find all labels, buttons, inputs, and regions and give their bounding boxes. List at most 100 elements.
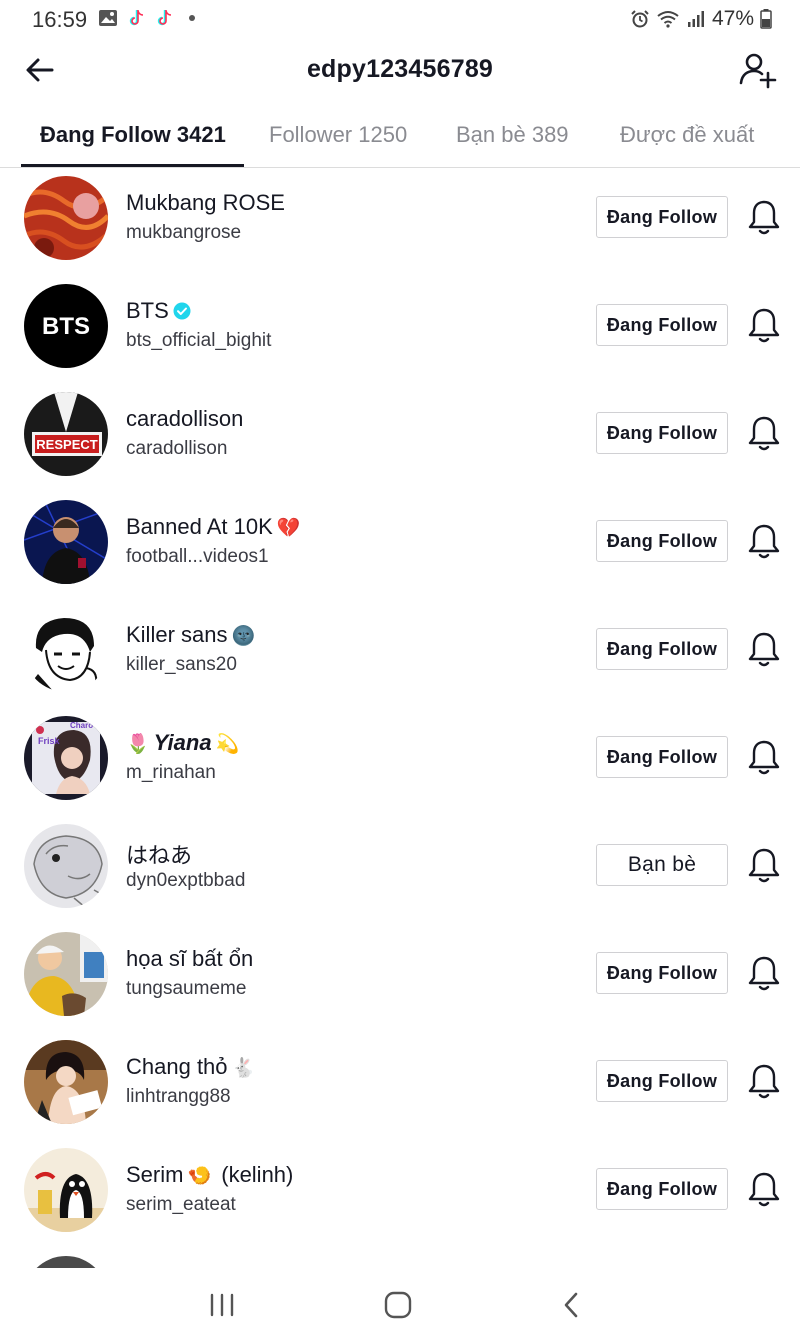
avatar[interactable]: [24, 932, 108, 1016]
user-handle: dyn0exptbbad: [126, 870, 246, 891]
avatar[interactable]: [24, 176, 108, 260]
moon-face-icon: 🌚: [231, 624, 256, 647]
user-name: はねあ: [126, 844, 193, 869]
bell-icon[interactable]: [746, 198, 782, 236]
following-button[interactable]: Đang Follow: [596, 952, 728, 994]
user-handle: killer_sans20: [126, 654, 237, 675]
avatar[interactable]: Frisk Charo: [24, 716, 108, 800]
list-item[interactable]: họa sĩ bất ổn tungsaumeme Đang Follow: [0, 924, 800, 1032]
system-icons: 47%: [630, 7, 772, 31]
avatar[interactable]: [24, 1256, 108, 1268]
tab-bar: Đang Follow 3421 Follower 1250 Bạn bè 38…: [0, 100, 800, 168]
notification-icons: [98, 8, 202, 28]
home-icon[interactable]: [378, 1290, 418, 1320]
gallery-icon: [99, 10, 117, 26]
user-name: BTS: [126, 298, 191, 324]
user-name: caradollison: [126, 406, 244, 431]
system-nav-bar: [0, 1268, 800, 1340]
avatar[interactable]: [24, 1148, 108, 1232]
user-handle: caradollison: [126, 438, 228, 459]
following-button[interactable]: Đang Follow: [596, 628, 728, 670]
alarm-icon: [631, 10, 649, 28]
list-item[interactable]: BTS BTS bts_official_bighit Đang Follow: [0, 276, 800, 384]
avatar-text: Charo: [70, 721, 93, 730]
signal-icon: [687, 11, 704, 27]
user-name: Serim 🍤 (kelinh): [126, 1162, 294, 1187]
active-tab-indicator: [21, 164, 244, 167]
following-button[interactable]: Đang Follow: [596, 304, 728, 346]
tab-suggested[interactable]: Được đề xuất: [620, 122, 754, 148]
page-title: edpy123456789: [306, 55, 494, 83]
bell-icon[interactable]: [746, 1170, 782, 1208]
user-handle: football...videos1: [126, 546, 269, 567]
avatar-text: RESPECT: [36, 437, 97, 452]
avatar-text: BTS: [42, 313, 90, 340]
following-button[interactable]: Đang Follow: [596, 412, 728, 454]
list-item[interactable]: [0, 1248, 800, 1268]
bell-icon[interactable]: [746, 954, 782, 992]
following-list: Mukbang ROSE mukbangrose Đang Follow BTS…: [0, 168, 800, 1268]
bell-icon[interactable]: [746, 846, 782, 884]
friends-button[interactable]: Bạn bè: [596, 844, 728, 886]
avatar[interactable]: [24, 608, 108, 692]
bell-icon[interactable]: [746, 414, 782, 452]
shrimp-icon: 🍤: [187, 1164, 212, 1187]
bell-icon[interactable]: [746, 522, 782, 560]
user-name: Chang thỏ 🐇: [126, 1054, 256, 1079]
add-user-icon[interactable]: [738, 50, 778, 90]
user-name: Mukbang ROSE: [126, 190, 285, 215]
tiktok-icon: [157, 10, 172, 26]
list-item[interactable]: RESPECT caradollison caradollison Đang F…: [0, 384, 800, 492]
recent-apps-icon[interactable]: [202, 1290, 242, 1320]
following-button[interactable]: Đang Follow: [596, 196, 728, 238]
bell-icon[interactable]: [746, 306, 782, 344]
user-name: họa sĩ bất ổn: [126, 946, 254, 971]
avatar[interactable]: [24, 1040, 108, 1124]
status-time: 16:59: [32, 7, 88, 32]
user-handle: linhtrangg88: [126, 1086, 231, 1107]
status-bar: 16:59 47%: [0, 0, 800, 40]
bell-icon[interactable]: [746, 1062, 782, 1100]
user-handle: m_rinahan: [126, 762, 216, 783]
user-handle: tungsaumeme: [126, 978, 247, 999]
tulip-icon: 🌷: [126, 732, 150, 755]
bell-icon[interactable]: [746, 738, 782, 776]
following-button[interactable]: Đang Follow: [596, 1060, 728, 1102]
back-icon[interactable]: [552, 1290, 592, 1320]
tiktok-icon: [129, 10, 144, 26]
tab-following[interactable]: Đang Follow 3421: [40, 122, 226, 148]
user-handle: serim_eateat: [126, 1194, 236, 1215]
header: edpy123456789: [0, 40, 800, 100]
avatar[interactable]: [24, 500, 108, 584]
user-name: 🌷 Yiana 💫: [126, 730, 240, 755]
avatar[interactable]: BTS: [24, 284, 108, 368]
rabbit-icon: 🐇: [231, 1056, 256, 1079]
list-item[interactable]: Mukbang ROSE mukbangrose Đang Follow: [0, 168, 800, 276]
user-handle: mukbangrose: [126, 222, 242, 243]
list-item[interactable]: Banned At 10K 💔 football...videos1 Đang …: [0, 492, 800, 600]
battery-percent: 47%: [711, 7, 754, 30]
bell-icon[interactable]: [746, 630, 782, 668]
list-item[interactable]: Killer sans 🌚 killer_sans20 Đang Follow: [0, 600, 800, 708]
user-handle: bts_official_bighit: [126, 330, 272, 351]
list-item[interactable]: Chang thỏ 🐇 linhtrangg88 Đang Follow: [0, 1032, 800, 1140]
verified-badge-icon: [173, 302, 191, 320]
following-button[interactable]: Đang Follow: [596, 520, 728, 562]
avatar[interactable]: RESPECT: [24, 392, 108, 476]
tab-friends[interactable]: Bạn bè 389: [456, 122, 569, 148]
list-item[interactable]: はねあ dyn0exptbbad Bạn bè: [0, 816, 800, 924]
avatar-text: Frisk: [38, 736, 61, 746]
following-button[interactable]: Đang Follow: [596, 736, 728, 778]
broken-heart-icon: 💔: [276, 516, 301, 539]
avatar[interactable]: [24, 824, 108, 908]
battery-icon: [760, 9, 772, 29]
tab-followers[interactable]: Follower 1250: [269, 122, 407, 148]
wifi-icon: [657, 11, 679, 28]
user-name: Banned At 10K 💔: [126, 514, 301, 539]
list-item[interactable]: Frisk Charo 🌷 Yiana 💫 m_rinahan Đang Follo…: [0, 708, 800, 816]
dizzy-icon: 💫: [215, 732, 240, 755]
following-button[interactable]: Đang Follow: [596, 1168, 728, 1210]
dot-icon: [189, 15, 195, 21]
list-item[interactable]: Serim 🍤 (kelinh) serim_eateat Đang Follow: [0, 1140, 800, 1248]
user-name: Killer sans 🌚: [126, 622, 256, 647]
